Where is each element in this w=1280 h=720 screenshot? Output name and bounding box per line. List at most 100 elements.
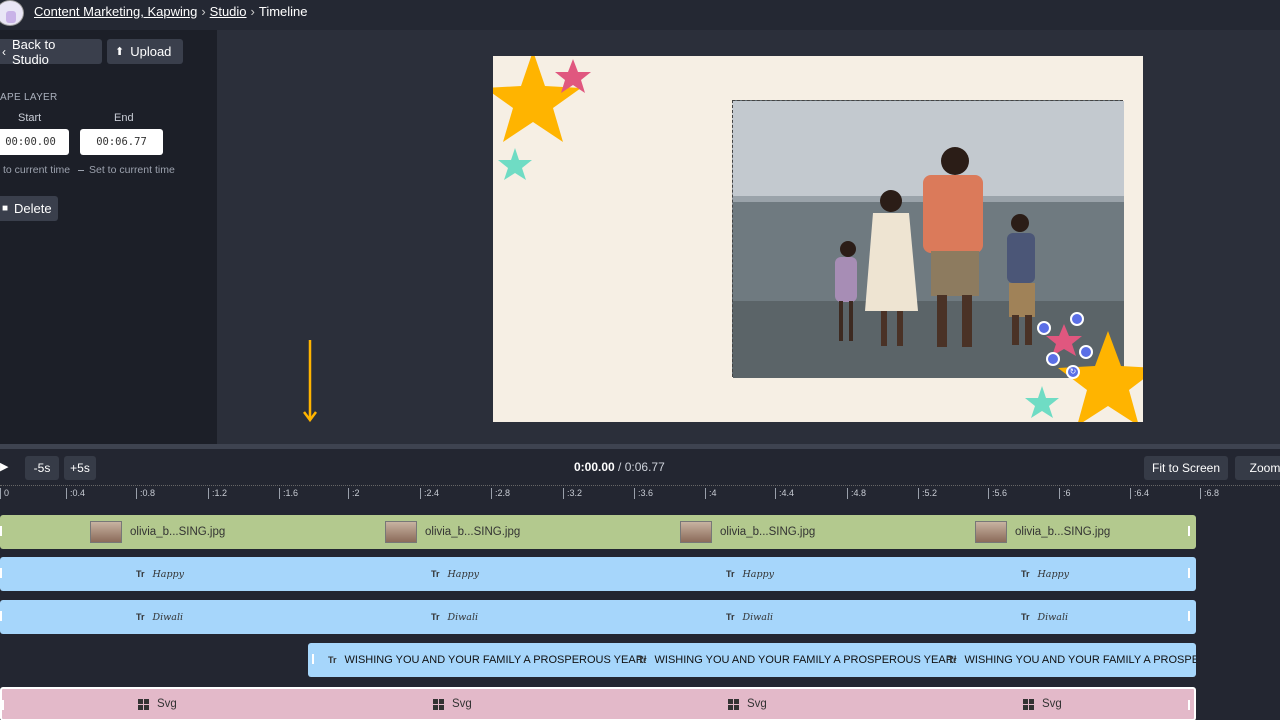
clip-name: olivia_b...SING.jpg <box>1015 526 1111 538</box>
back-5s-button[interactable]: -5s <box>25 456 59 480</box>
trim-handle-left[interactable] <box>0 526 2 536</box>
current-time: 0:00.00 <box>574 460 615 474</box>
selection-handle[interactable] <box>1070 312 1084 326</box>
breadcrumb-workspace[interactable]: Content Marketing, Kapwing <box>34 4 197 19</box>
selection-handle[interactable] <box>1046 352 1060 366</box>
total-time: 0:06.77 <box>624 460 665 474</box>
text-icon: Tr <box>136 569 145 579</box>
ruler-tick: 0 <box>0 488 9 499</box>
fit-to-screen-button[interactable]: Fit to Screen <box>1144 456 1228 480</box>
trim-handle-left[interactable] <box>2 700 4 710</box>
text-clip-name: Happy <box>742 568 774 580</box>
image-track[interactable]: olivia_b...SING.jpg olivia_b...SING.jpg … <box>0 515 1196 549</box>
text-clip-label: Tr WISHING YOU AND YOUR FAMILY A PROSPER <box>948 643 1196 677</box>
trim-handle-left[interactable] <box>312 654 314 664</box>
shape-track-selected[interactable]: Svg Svg Svg Svg <box>0 687 1196 720</box>
breadcrumb-separator: › <box>201 4 206 19</box>
text-track-diwali[interactable]: Tr Diwali Tr Diwali Tr Diwali Tr Diwali <box>0 600 1196 634</box>
ruler-tick: :2 <box>348 488 360 499</box>
breadcrumb-studio[interactable]: Studio <box>210 4 247 19</box>
delete-button[interactable]: ■ Delete <box>0 196 58 221</box>
ruler-tick: :6.4 <box>1130 488 1149 499</box>
clip-thumbnail <box>385 521 417 543</box>
clip-thumbnail <box>90 521 122 543</box>
text-clip-label: Tr Diwali <box>1021 600 1068 634</box>
selection-handle[interactable] <box>1037 321 1051 335</box>
text-clip-label: Tr Happy <box>431 557 479 591</box>
ruler-tick: :5.6 <box>988 488 1007 499</box>
layer-title: APE LAYER <box>0 92 58 103</box>
text-clip-name: Diwali <box>1037 611 1069 623</box>
ruler-tick: :4.8 <box>847 488 866 499</box>
upload-label: Upload <box>130 44 172 59</box>
text-clip-label: Tr Happy <box>726 557 774 591</box>
text-clip-name: Happy <box>152 568 184 580</box>
ruler-tick: :4.4 <box>775 488 794 499</box>
end-time-input[interactable]: 00:06.77 <box>80 129 163 155</box>
timecode: 0:00.00 / 0:06.77 <box>574 460 665 474</box>
text-icon: Tr <box>726 612 735 622</box>
play-icon[interactable]: ▶ <box>0 460 8 473</box>
text-icon: Tr <box>1021 612 1030 622</box>
clip-label: olivia_b...SING.jpg <box>90 515 225 549</box>
workspace-avatar[interactable] <box>0 0 24 26</box>
trim-handle-right[interactable] <box>1188 700 1190 710</box>
zoom-button[interactable]: Zoom <box>1235 456 1280 480</box>
shape-clip-label: Svg <box>1023 689 1062 719</box>
ruler-tick: :1.2 <box>208 488 227 499</box>
breadcrumb-separator: › <box>250 4 255 19</box>
video-canvas[interactable]: ↻ <box>493 56 1143 422</box>
clip-name: olivia_b...SING.jpg <box>130 526 226 538</box>
upload-icon: ⬆ <box>115 46 125 58</box>
trim-handle-left[interactable] <box>0 568 2 578</box>
ruler-tick: :5.2 <box>918 488 937 499</box>
text-clip-name: Diwali <box>742 611 774 623</box>
text-clip-name: Diwali <box>447 611 479 623</box>
shape-clip-name: Svg <box>452 698 472 710</box>
timeline-ruler[interactable]: 0 :0.4 :0.8 :1.2 :1.6 :2 :2.4 :2.8 :3.2 … <box>0 485 1280 501</box>
text-track-banner[interactable]: Tr WISHING YOU AND YOUR FAMILY A PROSPERO… <box>308 643 1196 677</box>
teal-star-bottom <box>1025 386 1059 418</box>
text-icon: Tr <box>948 655 957 665</box>
ruler-tick: :3.6 <box>634 488 653 499</box>
delete-label: Delete <box>14 201 52 216</box>
selection-handle[interactable] <box>1079 345 1093 359</box>
rotate-handle-icon[interactable]: ↻ <box>1066 365 1080 379</box>
text-clip-label: Tr Diwali <box>431 600 478 634</box>
ruler-tick: :2.8 <box>491 488 510 499</box>
decor-stars-bottom <box>1025 324 1143 422</box>
shape-clip-name: Svg <box>157 698 177 710</box>
clip-label: olivia_b...SING.jpg <box>385 515 520 549</box>
back-to-studio-button[interactable]: ‹ Back to Studio <box>0 37 102 67</box>
shape-clip-label: Svg <box>728 689 767 719</box>
trim-handle-right[interactable] <box>1188 611 1190 621</box>
shape-clip-label: Svg <box>433 689 472 719</box>
shape-clip-name: Svg <box>1042 698 1062 710</box>
set-start-current-time-link[interactable]: to current time <box>3 164 70 176</box>
shape-clip-name: Svg <box>747 698 767 710</box>
text-clip-name: WISHING YOU AND YOUR FAMILY A PROSPEROUS… <box>344 654 647 666</box>
text-icon: Tr <box>431 569 440 579</box>
trim-handle-right[interactable] <box>1188 568 1190 578</box>
clip-name: olivia_b...SING.jpg <box>425 526 521 538</box>
text-clip-name: Diwali <box>152 611 184 623</box>
text-track-happy[interactable]: Tr Happy Tr Happy Tr Happy Tr Happy <box>0 557 1196 591</box>
text-clip-name: Happy <box>1037 568 1069 580</box>
upload-button[interactable]: ⬆ Upload <box>107 39 183 64</box>
chevron-left-icon: ‹ <box>2 44 6 59</box>
text-icon: Tr <box>1021 569 1030 579</box>
text-clip-label: Tr WISHING YOU AND YOUR FAMILY A PROSPERO… <box>328 643 647 677</box>
set-end-current-time-link[interactable]: Set to current time <box>89 164 175 176</box>
text-clip-name: WISHING YOU AND YOUR FAMILY A PROSPER <box>964 654 1196 666</box>
trim-handle-left[interactable] <box>0 611 2 621</box>
ruler-tick: :0.8 <box>136 488 155 499</box>
trash-icon: ■ <box>2 203 9 214</box>
text-icon: Tr <box>136 612 145 622</box>
forward-5s-button[interactable]: +5s <box>64 456 96 480</box>
trim-handle-right[interactable] <box>1188 526 1190 536</box>
start-time-input[interactable]: 00:00.00 <box>0 129 69 155</box>
text-clip-name: Happy <box>447 568 479 580</box>
text-icon: Tr <box>726 569 735 579</box>
ruler-tick: :6 <box>1059 488 1071 499</box>
text-clip-label: Tr Happy <box>136 557 184 591</box>
